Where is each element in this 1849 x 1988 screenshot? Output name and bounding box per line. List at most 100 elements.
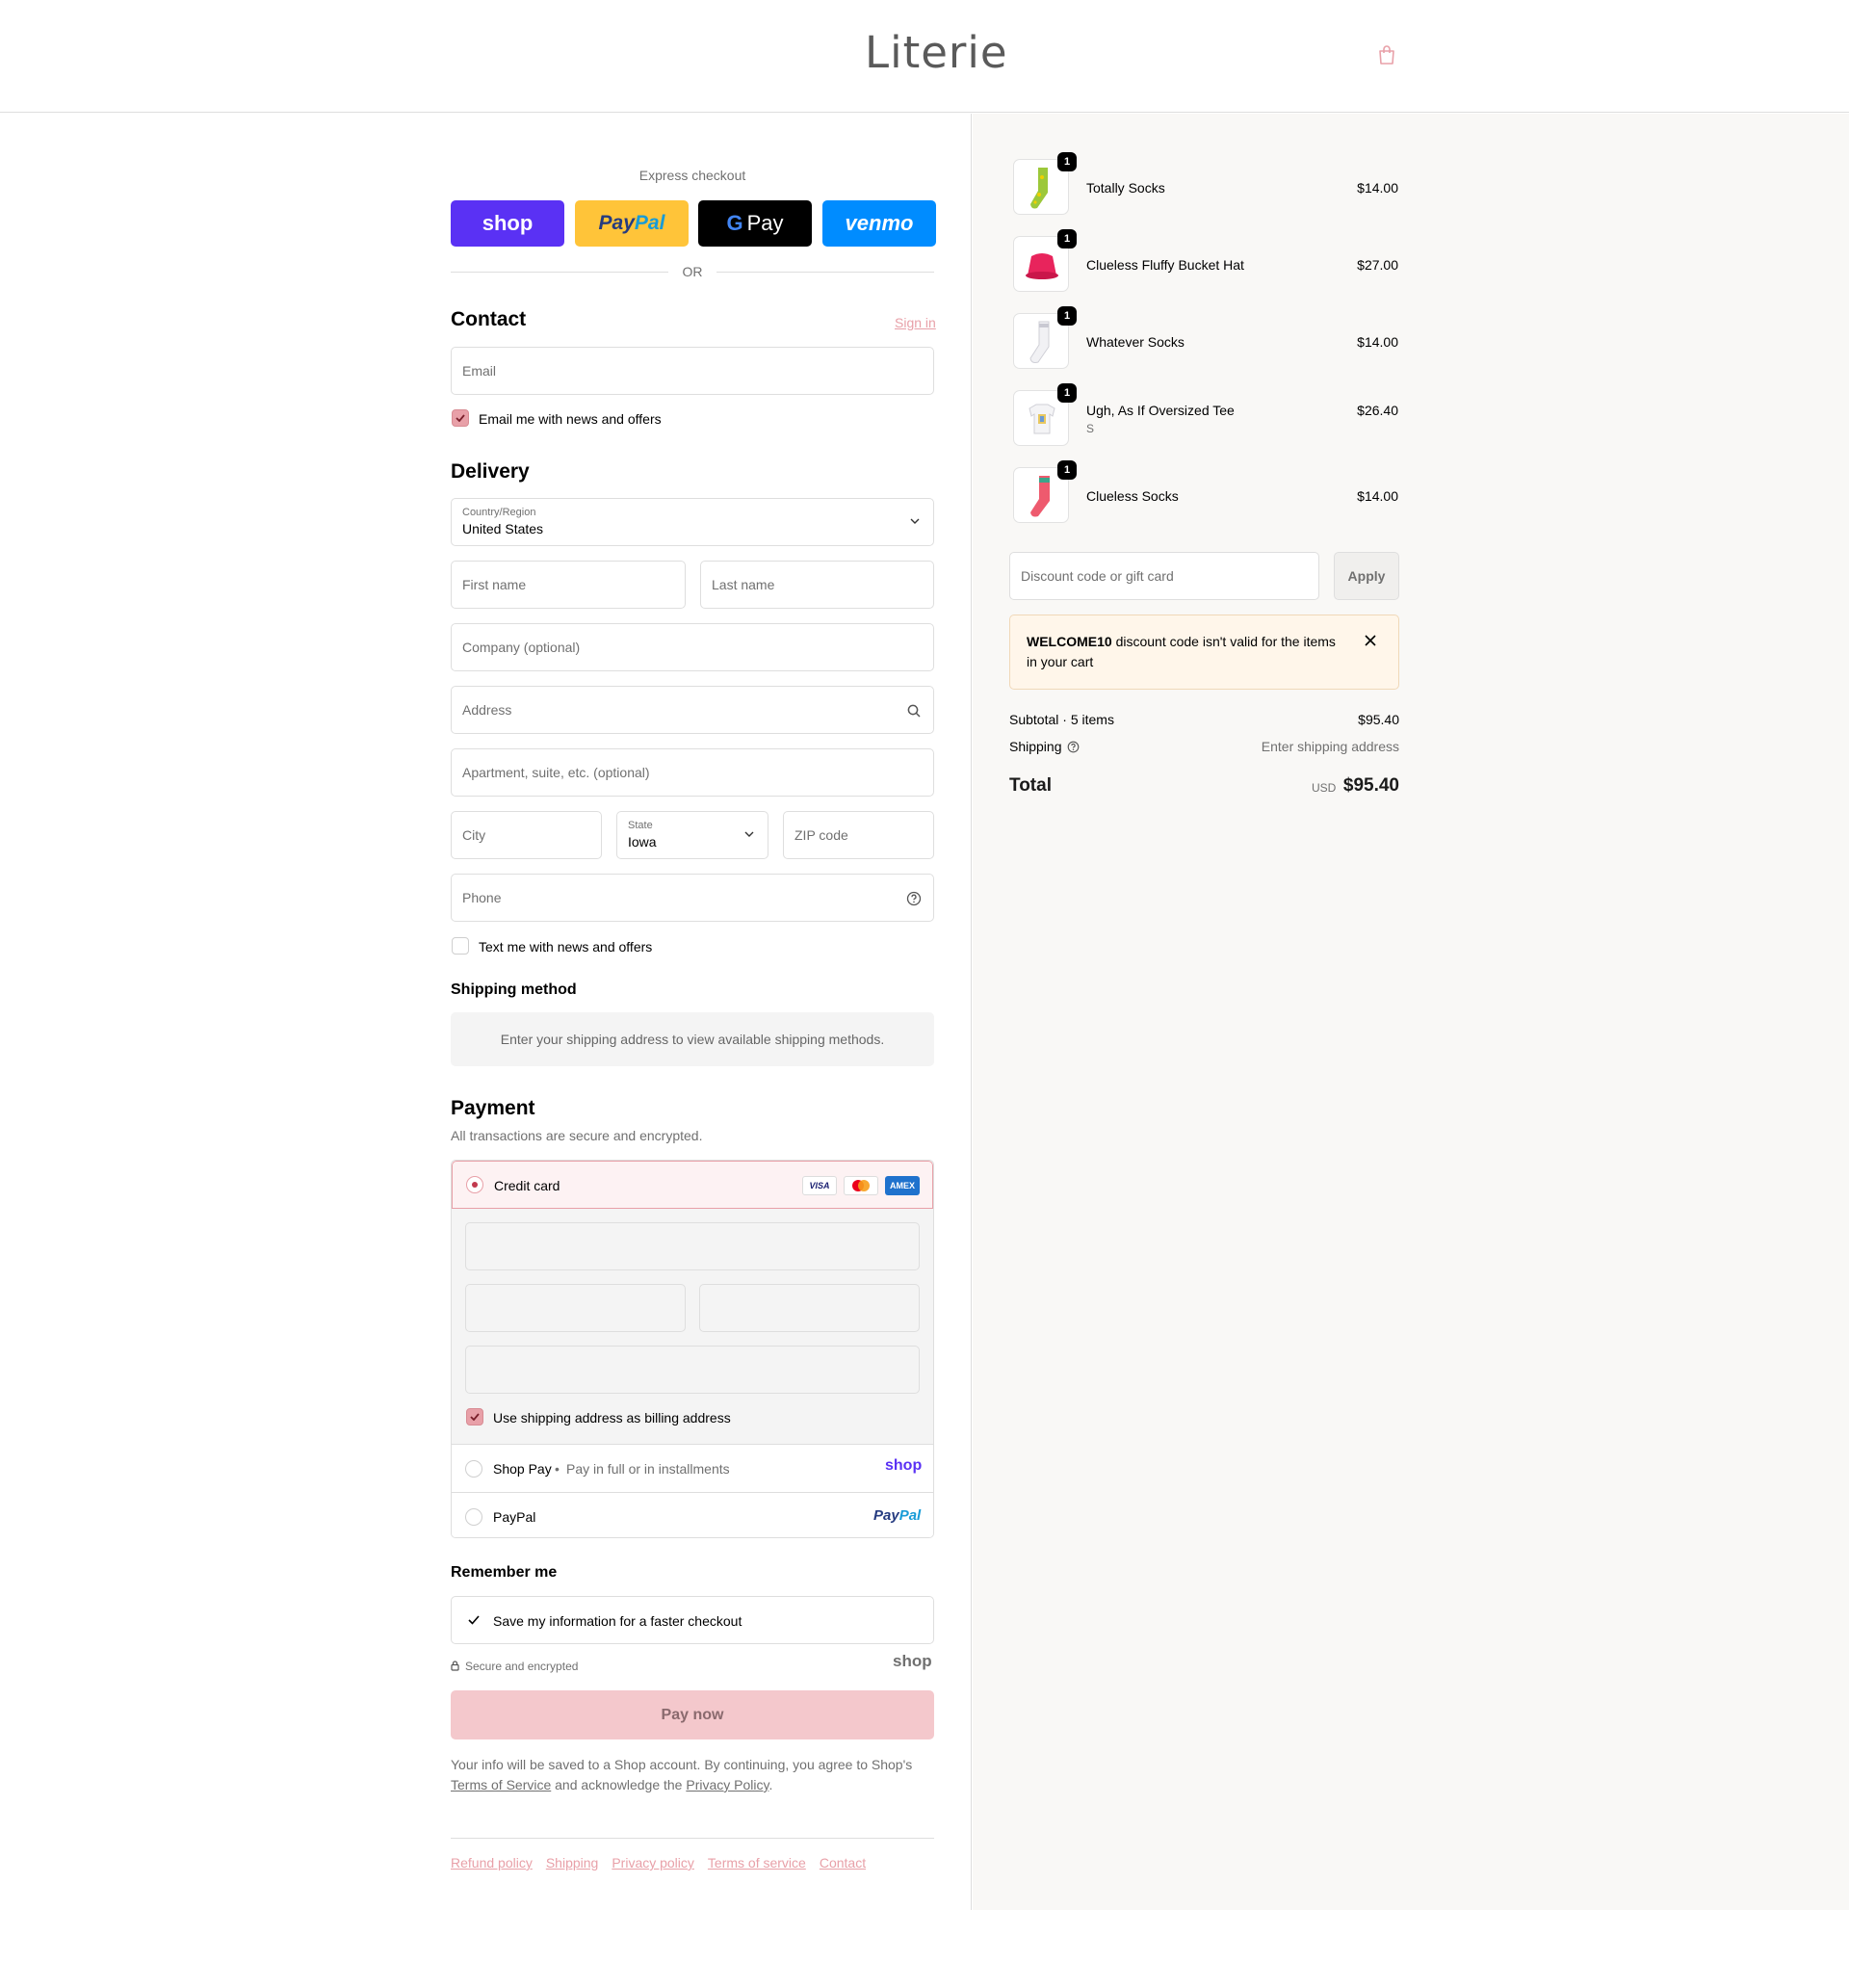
currency-code: USD [1312, 781, 1337, 795]
credit-card-radio[interactable] [466, 1176, 483, 1193]
order-summary-column [973, 114, 1849, 1910]
phone-placeholder: Phone [462, 890, 502, 905]
name-on-card-field[interactable] [465, 1346, 920, 1394]
item-price: $26.40 [1357, 403, 1398, 418]
chevron-down-icon [910, 518, 920, 524]
billing-same-label: Use shipping address as billing address [493, 1410, 731, 1426]
shop-pay-label: Shop Pay [493, 1461, 552, 1477]
credit-card-option[interactable]: Credit card VISA AMEX [452, 1161, 933, 1209]
item-name: Ugh, As If Oversized Tee [1086, 403, 1235, 418]
save-info-box[interactable]: Save my information for a faster checkou… [451, 1596, 934, 1644]
shipping-value: Enter shipping address [1261, 739, 1399, 754]
shop-pay-option[interactable]: Shop Pay • Pay in full or in installment… [452, 1444, 933, 1492]
company-field[interactable]: Company (optional) [451, 623, 934, 671]
paypal-logo-pay: Pay [873, 1507, 899, 1524]
paypal-logo-pal: Pal [898, 1507, 922, 1524]
email-news-label: Email me with news and offers [479, 411, 662, 427]
store-logo[interactable]: Literie [865, 27, 1008, 78]
item-price: $14.00 [1357, 180, 1398, 196]
check-icon [468, 1615, 480, 1625]
footer-divider [451, 1838, 934, 1839]
payment-heading: Payment [451, 1097, 535, 1119]
google-pay-button[interactable]: G Pay [698, 200, 812, 247]
help-circle-icon[interactable] [1067, 741, 1080, 753]
email-field[interactable]: Email [451, 347, 934, 395]
footer-links: Refund policy Shipping Privacy policy Te… [451, 1855, 866, 1870]
first-name-field[interactable]: First name [451, 561, 686, 609]
cart-item: 1 Whatever Socks $14.00 [1009, 306, 1398, 373]
shipping-label: Shipping [1009, 739, 1062, 754]
text-news-label: Text me with news and offers [479, 939, 653, 955]
apartment-field[interactable]: Apartment, suite, etc. (optional) [451, 748, 934, 797]
country-select[interactable]: Country/Region United States [451, 498, 934, 546]
paypal-radio[interactable] [465, 1508, 482, 1526]
state-label: State [628, 820, 653, 831]
privacy-policy-link[interactable]: Privacy policy [612, 1855, 694, 1870]
billing-same-checkbox[interactable] [466, 1408, 483, 1426]
header: Literie [0, 0, 1849, 113]
refund-policy-link[interactable]: Refund policy [451, 1855, 533, 1870]
quantity-badge: 1 [1057, 383, 1077, 403]
city-field[interactable]: City [451, 811, 602, 859]
security-code-field[interactable] [699, 1284, 920, 1332]
sign-in-link[interactable]: Sign in [895, 315, 936, 330]
text-news-checkbox[interactable] [452, 937, 469, 955]
company-placeholder: Company (optional) [462, 640, 581, 655]
email-news-checkbox[interactable] [452, 409, 469, 427]
shipping-link[interactable]: Shipping [546, 1855, 599, 1870]
total-label: Total [1009, 775, 1052, 796]
cart-item: 1 Totally Socks $14.00 [1009, 152, 1398, 219]
card-number-field[interactable] [465, 1222, 920, 1270]
shop-pay-radio[interactable] [465, 1460, 482, 1478]
paypal-option[interactable]: PayPal PayPal [452, 1492, 933, 1537]
quantity-badge: 1 [1057, 229, 1077, 248]
privacy-policy-link[interactable]: Privacy Policy [686, 1777, 768, 1792]
credit-card-fields: Use shipping address as billing address [452, 1209, 933, 1444]
address-field[interactable]: Address [451, 686, 934, 734]
paypal-button[interactable]: Pay Pal [575, 200, 689, 247]
shop-pay-button[interactable]: shop [451, 200, 564, 247]
close-icon[interactable] [1363, 633, 1378, 648]
cart-item: 1 Clueless Socks $14.00 [1009, 460, 1398, 527]
first-name-placeholder: First name [462, 577, 527, 592]
discount-code-field[interactable]: Discount code or gift card [1009, 552, 1319, 600]
item-name: Totally Socks [1086, 180, 1165, 196]
terms-of-service-link[interactable]: Terms of Service [451, 1777, 551, 1792]
check-icon [470, 1413, 480, 1421]
divider-right [716, 272, 934, 273]
search-icon [907, 704, 921, 718]
lock-icon [451, 1661, 459, 1671]
remember-me-heading: Remember me [451, 1564, 558, 1581]
shop-logo: shop [893, 1652, 932, 1670]
quantity-badge: 1 [1057, 152, 1077, 171]
contact-link[interactable]: Contact [820, 1855, 866, 1870]
item-price: $27.00 [1357, 257, 1398, 273]
help-circle-icon[interactable] [906, 891, 922, 906]
shipping-method-heading: Shipping method [451, 981, 577, 998]
zip-field[interactable]: ZIP code [783, 811, 934, 859]
shop-pay-logo: shop [885, 1457, 923, 1474]
expiration-field[interactable] [465, 1284, 686, 1332]
shopping-bag-icon[interactable] [1377, 44, 1396, 65]
zip-placeholder: ZIP code [794, 827, 848, 843]
pay-now-button[interactable]: Pay now [451, 1690, 934, 1740]
terms-of-service-link[interactable]: Terms of service [708, 1855, 806, 1870]
visa-icon: VISA [802, 1176, 837, 1195]
email-placeholder: Email [462, 363, 497, 379]
cart-item: 1 Clueless Fluffy Bucket Hat $27.00 [1009, 229, 1398, 296]
state-select[interactable]: State Iowa [616, 811, 768, 859]
check-icon [456, 414, 465, 422]
city-placeholder: City [462, 827, 486, 843]
last-name-field[interactable]: Last name [700, 561, 934, 609]
apply-discount-button[interactable]: Apply [1334, 552, 1399, 600]
paypal-logo-pal: Pal [634, 212, 665, 234]
quantity-badge: 1 [1057, 306, 1077, 326]
discount-error-alert: WELCOME10 discount code isn't valid for … [1009, 615, 1399, 690]
bullet-separator: • [555, 1461, 560, 1477]
phone-field[interactable]: Phone [451, 874, 934, 922]
venmo-logo: venmo [845, 211, 914, 235]
quantity-badge: 1 [1057, 460, 1077, 480]
subtotal-value: $95.40 [1358, 712, 1399, 727]
subtotal-label: Subtotal · 5 items [1009, 712, 1114, 727]
venmo-button[interactable]: venmo [822, 200, 936, 247]
